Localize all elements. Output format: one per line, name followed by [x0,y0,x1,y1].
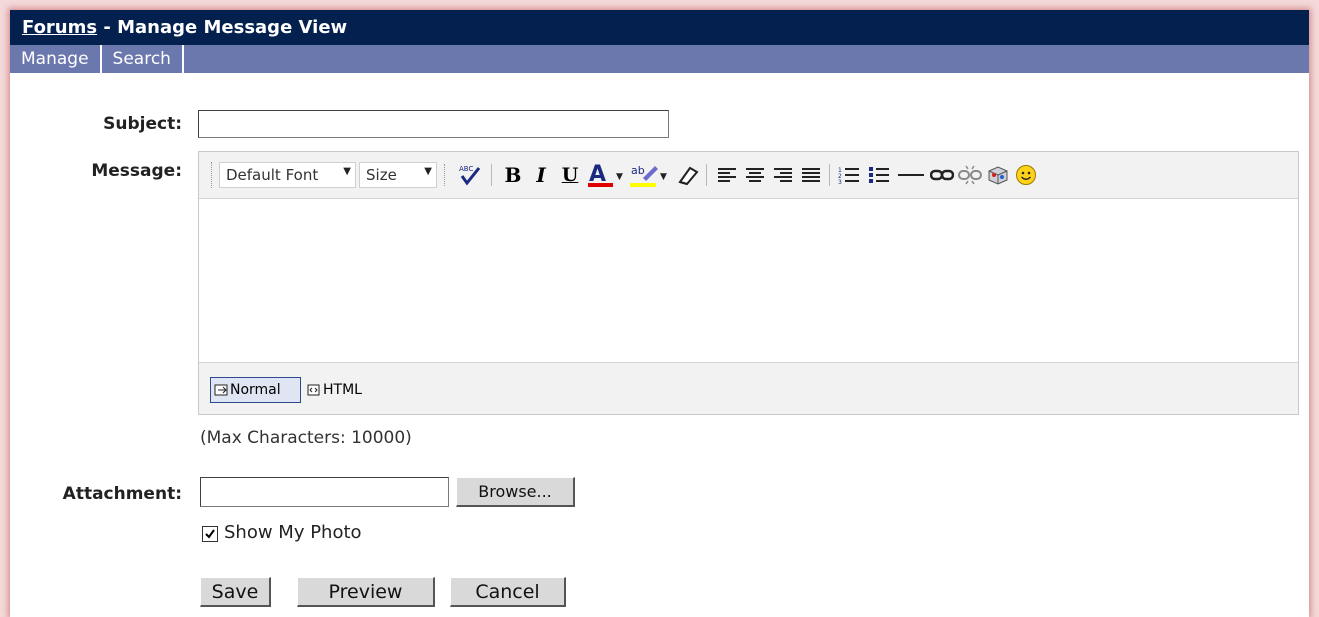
message-body-area[interactable] [199,199,1298,362]
align-right-icon[interactable] [770,162,796,188]
nav-item-search[interactable]: Search [102,45,184,73]
toolbar-separator [491,164,492,186]
max-characters-note: (Max Characters: 10000) [200,428,412,448]
cancel-button-label: Cancel [475,580,540,603]
editor-mode-bar: Normal HTML [199,362,1298,414]
html-view-icon [307,384,320,396]
toolbar-separator [829,164,830,186]
bold-icon[interactable]: B [501,162,525,188]
html-mode-label: HTML [323,382,362,398]
message-label: Message: [91,161,182,181]
normal-mode-button[interactable]: Normal [210,377,301,403]
eraser-icon[interactable] [675,162,701,188]
nav-item-manage[interactable]: Manage [10,45,102,73]
preview-button[interactable]: Preview [297,577,435,607]
size-select[interactable]: Size ▼ [359,162,437,188]
design-view-icon [214,384,228,396]
browse-button[interactable]: Browse... [456,477,575,507]
chevron-down-icon: ▼ [424,166,432,177]
show-photo-label[interactable]: Show My Photo [224,522,362,543]
font-color-icon[interactable]: A ▼ [586,162,626,188]
spellcheck-icon[interactable]: ABC [455,162,485,188]
page-title: Manage Message View [117,17,348,38]
align-center-icon[interactable] [742,162,768,188]
nav-bar: Manage Search [10,45,1309,73]
align-left-icon[interactable] [714,162,740,188]
font-select-value: Default Font [226,166,319,184]
html-mode-button[interactable]: HTML [305,377,380,403]
title-bar: Forums - Manage Message View [10,10,1309,45]
forums-link[interactable]: Forums [22,17,97,38]
save-button[interactable]: Save [200,577,271,607]
chevron-down-icon: ▼ [343,166,351,177]
size-select-value: Size [366,166,397,184]
preview-button-label: Preview [328,580,403,603]
svg-text:▼: ▼ [616,172,623,182]
normal-mode-label: Normal [230,382,281,398]
attachment-label: Attachment: [62,484,182,504]
cancel-button[interactable]: Cancel [450,577,566,607]
title-separator: - [97,17,118,38]
editor-toolbar: Default Font ▼ Size ▼ ABC B I U A ▼ ab ▼… [199,152,1298,199]
justify-icon[interactable] [798,162,824,188]
unlink-icon[interactable] [957,162,983,188]
attachment-input[interactable] [200,477,449,507]
svg-text:3: 3 [838,179,842,185]
browse-button-label: Browse... [478,482,552,501]
checkmark-icon [205,529,215,539]
numbered-list-icon[interactable]: 123 [836,162,862,188]
subject-label: Subject: [103,114,182,134]
svg-text:ABC: ABC [459,165,473,173]
toolbar-grip [211,162,214,188]
insert-image-icon[interactable] [985,162,1011,188]
subject-input[interactable] [198,110,669,138]
link-icon[interactable] [929,162,955,188]
highlight-icon[interactable]: ab ▼ [629,162,671,188]
bullet-list-icon[interactable] [866,162,892,188]
svg-text:▼: ▼ [660,172,667,182]
forum-window: Forums - Manage Message View Manage Sear… [10,10,1309,617]
horizontal-rule-icon[interactable] [896,162,926,188]
rich-text-editor: Default Font ▼ Size ▼ ABC B I U A ▼ ab ▼… [198,151,1299,415]
underline-icon[interactable]: U [558,162,582,188]
svg-text:ab: ab [631,164,645,177]
emoticon-icon[interactable] [1013,162,1039,188]
save-button-label: Save [211,580,259,603]
font-select[interactable]: Default Font ▼ [219,162,356,188]
toolbar-separator [706,164,707,186]
italic-icon[interactable]: I [529,162,553,188]
show-photo-checkbox[interactable] [202,526,218,542]
toolbar-separator [444,164,445,186]
